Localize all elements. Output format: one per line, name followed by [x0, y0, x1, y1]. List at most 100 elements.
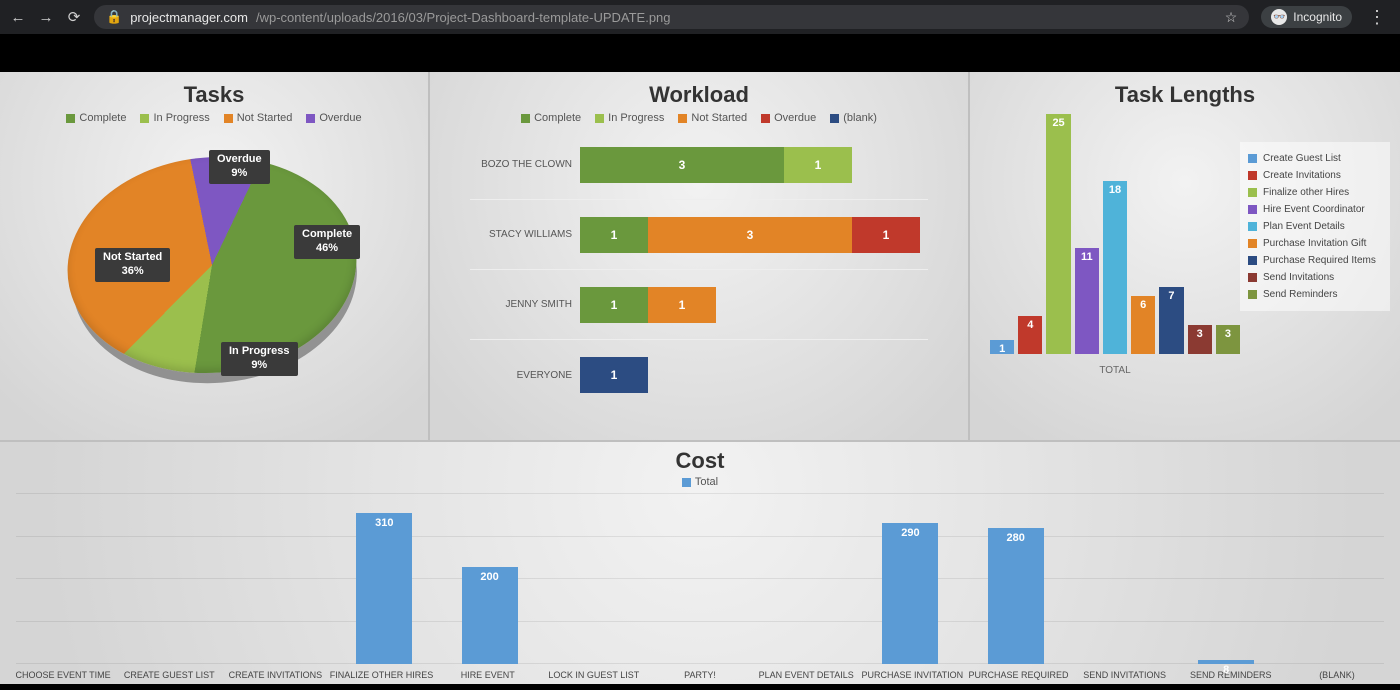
url-host: projectmanager.com — [130, 10, 248, 25]
workload-row-name: EVERYONE — [470, 370, 580, 381]
tasklength-legend-item: Purchase Required Items — [1248, 252, 1382, 269]
tasklength-legend-item: Send Invitations — [1248, 269, 1382, 286]
workload-segment: 1 — [648, 287, 716, 323]
tasks-pie-chart: Overdue9% Complete46% In Progress9% Not … — [49, 130, 379, 410]
legend-swatch — [678, 114, 687, 123]
legend-item: In Progress — [595, 112, 664, 124]
tasklength-bar: 4 — [1018, 316, 1042, 354]
legend-label: Send Reminders — [1263, 289, 1337, 300]
legend-label: Create Invitations — [1263, 170, 1341, 181]
legend-swatch — [1248, 171, 1257, 180]
workload-segment: 1 — [784, 147, 852, 183]
legend-swatch — [761, 114, 770, 123]
workload-row-bars: 131 — [580, 217, 928, 253]
cost-x-label: FINALIZE OTHER HIRES — [328, 670, 434, 680]
legend-label: Overdue — [774, 112, 816, 124]
workload-panel: Workload CompleteIn ProgressNot StartedO… — [430, 72, 970, 440]
workload-row: JENNY SMITH11 — [470, 270, 928, 340]
cost-column: 290 — [858, 523, 963, 664]
workload-legend: Complete In Progress Not Started Overdue (bl… — [430, 112, 968, 124]
tasklengths-chart: 142511186733 TOTAL — [990, 112, 1240, 382]
legend-swatch — [1248, 256, 1257, 265]
incognito-icon: 👓 — [1271, 9, 1287, 25]
cost-panel: Cost Total 3102002902808 CHOOSE EVENT TI… — [0, 440, 1400, 684]
cost-column: 280 — [963, 528, 1068, 664]
tasklengths-panel: Task Lengths 142511186733 TOTAL Create G… — [970, 72, 1400, 440]
workload-segment: 3 — [580, 147, 784, 183]
tasklength-value: 4 — [1018, 316, 1042, 334]
cost-bar: 290 — [882, 523, 938, 664]
tasklength-legend-item: Create Invitations — [1248, 167, 1382, 184]
cost-x-label: PURCHASE REQUIRED — [965, 670, 1071, 680]
tasklengths-title: Task Lengths — [970, 82, 1400, 108]
tasklength-legend-item: Hire Event Coordinator — [1248, 201, 1382, 218]
legend-swatch — [521, 114, 530, 123]
legend-item: Overdue — [306, 112, 361, 124]
tasks-title: Tasks — [0, 82, 428, 108]
tasklength-value: 25 — [1046, 114, 1070, 132]
workload-segment: 1 — [580, 287, 648, 323]
legend-swatch — [595, 114, 604, 123]
tasklength-bar: 3 — [1188, 325, 1212, 354]
legend-label: In Progress — [153, 112, 209, 124]
legend-swatch — [1248, 222, 1257, 231]
tasklength-legend-item: Create Guest List — [1248, 150, 1382, 167]
tasklengths-legend: Create Guest List Create Invitations Final… — [1240, 142, 1390, 311]
tasklength-value: 3 — [1216, 325, 1240, 343]
workload-chart: BOZO THE CLOWN31STACY WILLIAMS131JENNY S… — [430, 130, 968, 410]
legend-label: In Progress — [608, 112, 664, 124]
incognito-label: Incognito — [1293, 10, 1342, 24]
tasks-panel: Tasks Complete In Progress Not Started Over… — [0, 72, 430, 440]
legend-item: Complete — [66, 112, 126, 124]
cost-bar: 200 — [462, 567, 518, 664]
workload-row-bars: 11 — [580, 287, 928, 323]
legend-swatch — [224, 114, 233, 123]
bookmark-icon[interactable]: ☆ — [1225, 9, 1238, 26]
tasklength-value: 11 — [1075, 248, 1099, 266]
legend-swatch — [1248, 273, 1257, 282]
lock-icon: 🔒 — [106, 9, 122, 25]
legend-label: Purchase Invitation Gift — [1263, 238, 1366, 249]
address-bar[interactable]: 🔒 projectmanager.com/wp-content/uploads/… — [94, 5, 1249, 29]
cost-x-label: SEND INVITATIONS — [1072, 670, 1178, 680]
tasklength-value: 18 — [1103, 181, 1127, 199]
legend-swatch — [66, 114, 75, 123]
cost-x-label: CREATE INVITATIONS — [222, 670, 328, 680]
cost-x-label: LOCK IN GUEST LIST — [541, 670, 647, 680]
cost-chart: 310 200 290 280 8 — [16, 494, 1384, 664]
legend-item: Not Started — [678, 112, 747, 124]
pie-label-complete: Complete46% — [294, 225, 360, 259]
legend-item: Not Started — [224, 112, 293, 124]
cost-x-label: HIRE EVENT — [435, 670, 541, 680]
tasklength-bar: 18 — [1103, 181, 1127, 354]
legend-swatch — [1248, 188, 1257, 197]
tasklengths-xlabel: TOTAL — [990, 365, 1240, 376]
workload-segment: 1 — [580, 357, 648, 393]
cost-x-axis: CHOOSE EVENT TIMECREATE GUEST LISTCREATE… — [10, 670, 1390, 680]
legend-label: (blank) — [843, 112, 877, 124]
legend-swatch — [830, 114, 839, 123]
tasklength-bar: 3 — [1216, 325, 1240, 354]
incognito-badge[interactable]: 👓 Incognito — [1261, 6, 1352, 28]
legend-label: Complete — [534, 112, 581, 124]
legend-swatch — [1248, 290, 1257, 299]
tasklength-value: 6 — [1131, 296, 1155, 314]
reload-icon[interactable]: ⟳ — [66, 8, 82, 26]
tasklength-value: 3 — [1188, 325, 1212, 343]
cost-column: 8 — [1174, 660, 1279, 664]
cost-value: 290 — [882, 527, 938, 539]
legend-item: In Progress — [140, 112, 209, 124]
cost-x-label: PLAN EVENT DETAILS — [753, 670, 859, 680]
tasklength-legend-item: Send Reminders — [1248, 286, 1382, 303]
back-icon[interactable]: ← — [10, 9, 26, 26]
url-path: /wp-content/uploads/2016/03/Project-Dash… — [256, 10, 671, 25]
workload-segment: 3 — [648, 217, 852, 253]
tasklength-legend-item: Purchase Invitation Gift — [1248, 235, 1382, 252]
tasklength-bar: 25 — [1046, 114, 1070, 354]
forward-icon[interactable]: → — [38, 9, 54, 26]
browser-menu-icon[interactable]: ⋮ — [1364, 7, 1390, 28]
cost-column: 310 — [332, 513, 437, 664]
cost-x-label: (BLANK) — [1284, 670, 1390, 680]
window-black-bar — [0, 34, 1400, 72]
legend-label: Finalize other Hires — [1263, 187, 1349, 198]
